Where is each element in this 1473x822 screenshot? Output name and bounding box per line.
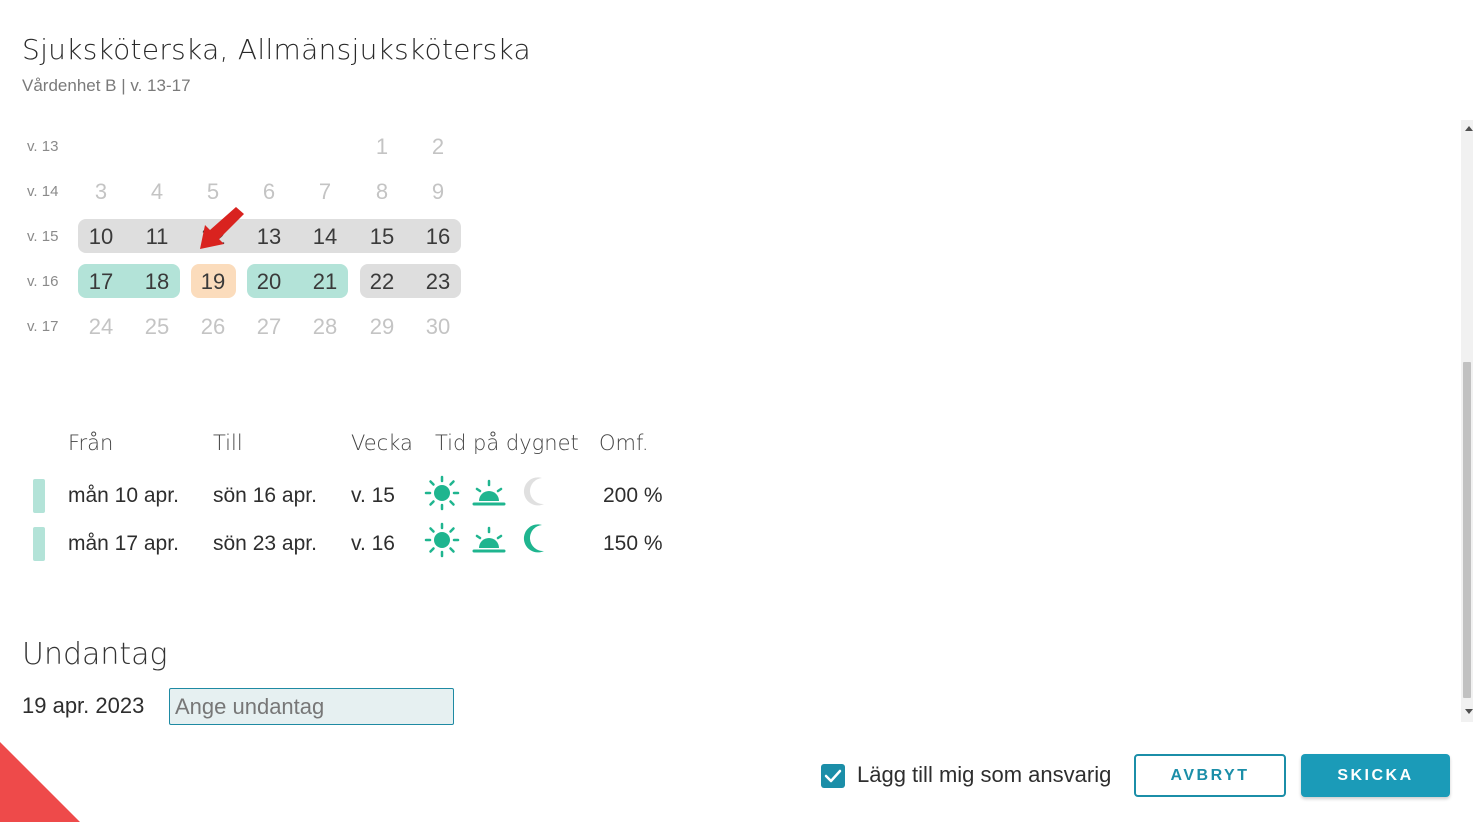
week-label: v. 16 [27, 273, 59, 290]
calendar-day[interactable]: 18 [134, 269, 180, 295]
calendar-day[interactable]: 8 [359, 179, 405, 205]
row-week: v. 16 [351, 532, 395, 555]
checkmark-icon [824, 769, 842, 783]
calendar-day[interactable]: 14 [302, 224, 348, 250]
col-header-to: Till [213, 431, 243, 455]
calendar-day[interactable]: 11 [134, 224, 180, 250]
scroll-up-icon[interactable] [1465, 126, 1473, 131]
col-header-week: Vecka [351, 431, 413, 455]
calendar-day[interactable]: 30 [415, 314, 461, 340]
calendar-day[interactable]: 26 [190, 314, 236, 340]
corner-decoration [0, 742, 80, 822]
sunrise-icon [472, 526, 506, 553]
calendar-day[interactable]: 1 [359, 134, 405, 160]
exception-heading: Undantag [22, 637, 168, 672]
calendar-day[interactable]: 24 [78, 314, 124, 340]
moon-icon [523, 477, 544, 506]
calendar-day[interactable]: 5 [190, 179, 236, 205]
calendar-day[interactable]: 28 [302, 314, 348, 340]
calendar-day[interactable]: 25 [134, 314, 180, 340]
week-label: v. 17 [27, 318, 59, 335]
calendar-day[interactable]: 6 [246, 179, 292, 205]
calendar-day[interactable]: 20 [246, 269, 292, 295]
scroll-down-icon[interactable] [1465, 709, 1473, 714]
submit-button[interactable]: SKICKA [1301, 754, 1450, 797]
calendar-day[interactable]: 21 [302, 269, 348, 295]
sun-icon [424, 475, 460, 511]
sunrise-icon [472, 479, 506, 506]
responsible-checkbox[interactable] [821, 764, 845, 788]
row-from: mån 10 apr. [68, 484, 179, 507]
calendar-day[interactable]: 3 [78, 179, 124, 205]
row-to: sön 16 apr. [213, 484, 317, 507]
moon-icon [523, 524, 544, 553]
calendar-day[interactable]: 16 [415, 224, 461, 250]
scrollbar-thumb[interactable] [1463, 362, 1471, 698]
cancel-button[interactable]: AVBRYT [1134, 754, 1286, 797]
calendar-day[interactable]: 7 [302, 179, 348, 205]
calendar-day[interactable]: 23 [415, 269, 461, 295]
calendar-day[interactable]: 2 [415, 134, 461, 160]
calendar-day[interactable]: 29 [359, 314, 405, 340]
calendar-day[interactable]: 15 [359, 224, 405, 250]
row-from: mån 17 apr. [68, 532, 179, 555]
annotation-arrow-icon [200, 207, 244, 249]
row-color-bar [33, 527, 45, 561]
row-extent: 150 % [603, 532, 663, 555]
col-header-from: Från [68, 431, 114, 455]
page-title: Sjuksköterska, Allmänsjuksköterska [22, 33, 531, 66]
calendar-day-selected[interactable]: 19 [190, 269, 236, 295]
col-header-extent: Omf. [599, 431, 649, 455]
row-week: v. 15 [351, 484, 395, 507]
week-label: v. 14 [27, 183, 59, 200]
row-to: sön 23 apr. [213, 532, 317, 555]
week-label: v. 15 [27, 228, 59, 245]
calendar-day[interactable]: 9 [415, 179, 461, 205]
calendar-day[interactable]: 4 [134, 179, 180, 205]
exception-input[interactable] [169, 688, 454, 725]
row-extent: 200 % [603, 484, 663, 507]
sun-icon [424, 522, 460, 558]
calendar-day[interactable]: 10 [78, 224, 124, 250]
week-label: v. 13 [27, 138, 59, 155]
exception-date: 19 apr. 2023 [22, 693, 145, 718]
calendar-day[interactable]: 22 [359, 269, 405, 295]
calendar-day[interactable]: 13 [246, 224, 292, 250]
col-header-time-of-day: Tid på dygnet [435, 431, 579, 455]
responsible-checkbox-label[interactable]: Lägg till mig som ansvarig [857, 762, 1111, 788]
calendar-day[interactable]: 27 [246, 314, 292, 340]
calendar-day[interactable]: 17 [78, 269, 124, 295]
row-color-bar [33, 479, 45, 513]
page-subtitle: Vårdenhet B | v. 13-17 [22, 76, 191, 95]
